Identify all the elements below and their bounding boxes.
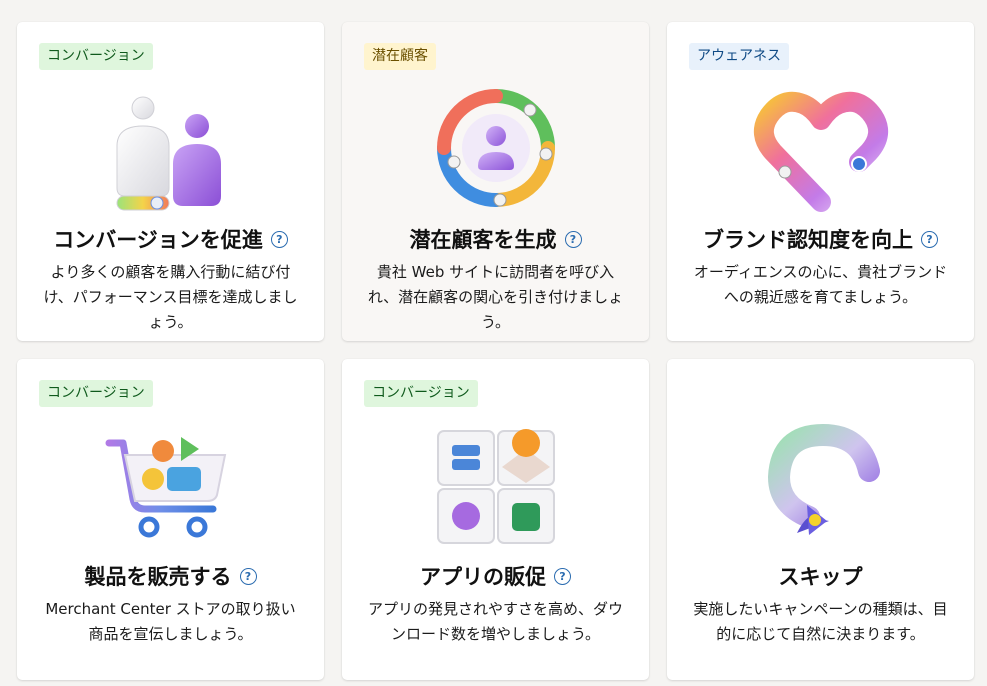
- card-description: より多くの顧客を購入行動に結び付け、パフォーマンス目標を達成しましょう。: [43, 263, 298, 331]
- category-badge: コンバージョン: [39, 43, 153, 70]
- category-badge: コンバージョン: [39, 380, 153, 407]
- card-title: 製品を販売する: [84, 565, 232, 589]
- card-description: アプリの発見されやすさを高め、ダウンロード数を増やしましょう。: [367, 600, 623, 643]
- card-title: スキップ: [778, 565, 863, 589]
- card-title-row: ブランド認知度を向上 ?: [667, 224, 974, 254]
- objective-card-conversions[interactable]: コンバージョン コンバージョンを促進 ? より多くの顧客を購入行動に結び付け、パ…: [17, 22, 324, 341]
- card-description: オーディエンスの心に、貴社ブランドへの親近感を育てましょう。: [693, 263, 948, 306]
- objective-grid: コンバージョン コンバージョンを促進 ? より多くの顧客を購入行動に結び付け、パ…: [17, 22, 974, 680]
- card-title-row: 製品を販売する ?: [17, 561, 324, 591]
- category-badge: アウェアネス: [689, 43, 789, 70]
- objective-card-sales[interactable]: コンバージョン 製品を販売する ? Merchant Center ストアの取り…: [17, 359, 324, 680]
- objective-card-awareness[interactable]: アウェアネス ブランド認知度を向上 ? オーディエンスの心に、貴社ブランドへの親…: [667, 22, 974, 341]
- card-description: 実施したいキャンペーンの種類は、目的に応じて自然に決まります。: [693, 600, 948, 643]
- help-icon[interactable]: ?: [270, 230, 288, 248]
- awareness-heart-icon: [751, 84, 891, 214]
- help-icon[interactable]: ?: [921, 230, 938, 248]
- card-description: 貴社 Web サイトに訪問者を呼び入れ、潜在顧客の関心を引き付けましょう。: [367, 263, 624, 331]
- card-title-row: 潜在顧客を生成 ?: [342, 224, 649, 254]
- card-title-row: アプリの販促 ?: [342, 561, 649, 591]
- card-title: アプリの販促: [420, 565, 546, 589]
- card-title: 潜在顧客を生成: [409, 228, 557, 252]
- category-badge: コンバージョン: [364, 380, 478, 407]
- skip-swirl-icon: [751, 421, 891, 551]
- card-description: Merchant Center ストアの取り扱い商品を宣伝しましょう。: [45, 600, 296, 643]
- help-icon[interactable]: ?: [554, 567, 571, 585]
- card-title: ブランド認知度を向上: [703, 228, 913, 252]
- objective-card-leads[interactable]: 潜在顧客 潜在顧客を生成 ? 貴社 Web サイトに訪問者を呼び入れ、潜在顧客の…: [342, 22, 649, 341]
- help-icon[interactable]: ?: [239, 567, 257, 585]
- help-icon[interactable]: ?: [564, 230, 582, 248]
- leads-cycle-icon: [426, 84, 566, 214]
- conversion-people-icon: [101, 84, 241, 214]
- shopping-cart-icon: [101, 421, 241, 551]
- objective-card-skip[interactable]: スキップ 実施したいキャンペーンの種類は、目的に応じて自然に決まります。: [667, 359, 974, 680]
- card-title-row: スキップ: [667, 561, 974, 591]
- card-title-row: コンバージョンを促進 ?: [17, 224, 324, 254]
- category-badge: 潜在顧客: [364, 43, 436, 70]
- card-title: コンバージョンを促進: [53, 228, 263, 252]
- objective-card-app-promotion[interactable]: コンバージョン アプリの販促 ? アプリの発見されやすさを高め、ダウンロード数を…: [342, 359, 649, 680]
- app-tiles-icon: [426, 421, 566, 551]
